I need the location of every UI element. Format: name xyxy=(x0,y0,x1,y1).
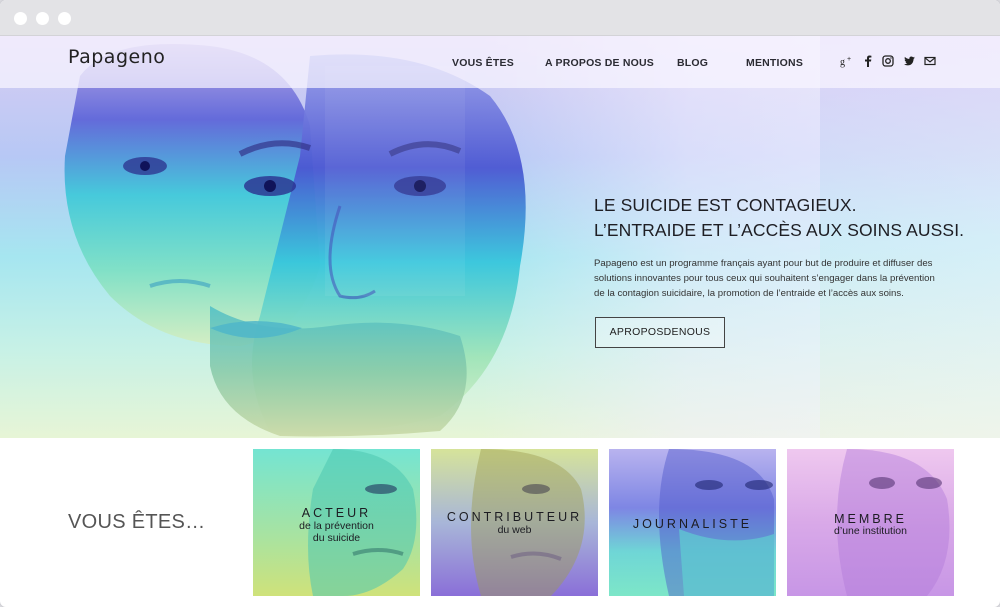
tile-membre-title: MEMBRE xyxy=(834,512,907,526)
tile-journaliste[interactable]: JOURNALISTE xyxy=(609,449,776,596)
browser-window: Papageno VOUS ÊTES A PROPOS DE NOUS BLOG… xyxy=(0,0,1000,607)
svg-text:g: g xyxy=(840,57,845,68)
browser-chrome xyxy=(0,0,1000,36)
tile-acteur-title: ACTEUR xyxy=(301,506,372,520)
top-navigation: Papageno VOUS ÊTES A PROPOS DE NOUS BLOG… xyxy=(0,36,1000,88)
window-minimize-dot[interactable] xyxy=(36,12,49,25)
hero-faces-image xyxy=(64,44,526,437)
tile-acteur[interactable]: ACTEUR de la prévention du suicide xyxy=(253,449,420,596)
about-us-button[interactable]: APROPOSDENOUS xyxy=(595,317,725,348)
google-plus-icon[interactable]: g + xyxy=(839,54,853,68)
tile-membre[interactable]: MEMBRE d’une institution xyxy=(787,449,954,596)
instagram-icon[interactable] xyxy=(881,54,895,68)
hero-headline-line-2: L’ENTRAIDE ET L’ACCÈS AUX SOINS AUSSI. xyxy=(594,220,965,240)
mail-icon[interactable] xyxy=(923,54,937,68)
tile-contributeur[interactable]: CONTRIBUTEUR du web xyxy=(431,449,598,596)
svg-text:+: + xyxy=(847,56,851,63)
nav-vous-etes[interactable]: VOUS ÊTES xyxy=(452,57,514,69)
nav-a-propos[interactable]: A PROPOS DE NOUS xyxy=(545,57,654,69)
window-close-dot[interactable] xyxy=(14,12,27,25)
tile-contributeur-sub-1: du web xyxy=(497,524,532,536)
nav-blog[interactable]: BLOG xyxy=(677,57,708,69)
papageno-logo[interactable]: Papageno xyxy=(68,46,165,68)
tile-contributeur-title: CONTRIBUTEUR xyxy=(446,510,583,524)
tile-membre-sub-1: d’une institution xyxy=(834,525,907,537)
nav-mentions[interactable]: MENTIONS xyxy=(746,57,803,69)
window-zoom-dot[interactable] xyxy=(58,12,71,25)
facebook-icon[interactable] xyxy=(861,54,875,68)
audience-heading: VOUS ÊTES… xyxy=(68,511,206,533)
tile-journaliste-title: JOURNALISTE xyxy=(632,517,753,531)
hero-headline-line-1: LE SUICIDE EST CONTAGIEUX. xyxy=(594,195,857,215)
hero-headline: LE SUICIDE EST CONTAGIEUX. L’ENTRAIDE ET… xyxy=(594,193,964,243)
hero-intro-text: Papageno est un programme français ayant… xyxy=(594,258,935,299)
tile-acteur-sub-2: du suicide xyxy=(312,532,361,544)
twitter-icon[interactable] xyxy=(902,54,916,68)
